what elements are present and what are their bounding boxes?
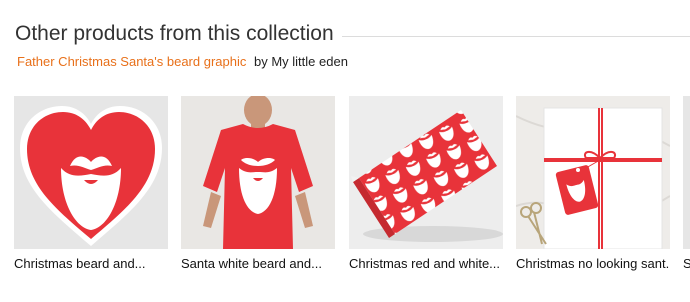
product-thumbnail[interactable]: [181, 96, 335, 249]
product-thumbnail[interactable]: [349, 96, 503, 249]
gift-tag-image: [516, 96, 670, 249]
divider: [341, 35, 690, 37]
section-title: Other products from this collection: [15, 22, 334, 45]
wrapping-paper-image: [349, 96, 503, 249]
collection-link[interactable]: Father Christmas Santa's beard graphic: [17, 54, 246, 69]
product-name[interactable]: Christmas no looking sant...: [516, 256, 670, 271]
product-card[interactable]: Christmas beard and...: [14, 96, 168, 271]
heart-sticker-image: [14, 96, 168, 249]
product-thumbnail[interactable]: [516, 96, 670, 249]
product-thumbnail-image: [683, 96, 690, 249]
product-card[interactable]: Christmas no looking sant...: [516, 96, 670, 271]
t-shirt-image: [181, 96, 335, 249]
product-card[interactable]: Christmas red and white...: [349, 96, 503, 271]
product-name[interactable]: Santa white beard and...: [181, 256, 335, 271]
product-name[interactable]: S: [683, 256, 690, 271]
collection-line: Father Christmas Santa's beard graphic b…: [17, 54, 348, 69]
product-thumbnail[interactable]: [683, 96, 690, 249]
product-name[interactable]: Christmas beard and...: [14, 256, 168, 271]
collection-by-text: by My little eden: [254, 54, 348, 69]
section-header: Other products from this collection: [15, 20, 690, 48]
product-thumbnail[interactable]: [14, 96, 168, 249]
product-name[interactable]: Christmas red and white...: [349, 256, 503, 271]
product-card[interactable]: Santa white beard and...: [181, 96, 335, 271]
product-card[interactable]: S: [683, 96, 690, 271]
